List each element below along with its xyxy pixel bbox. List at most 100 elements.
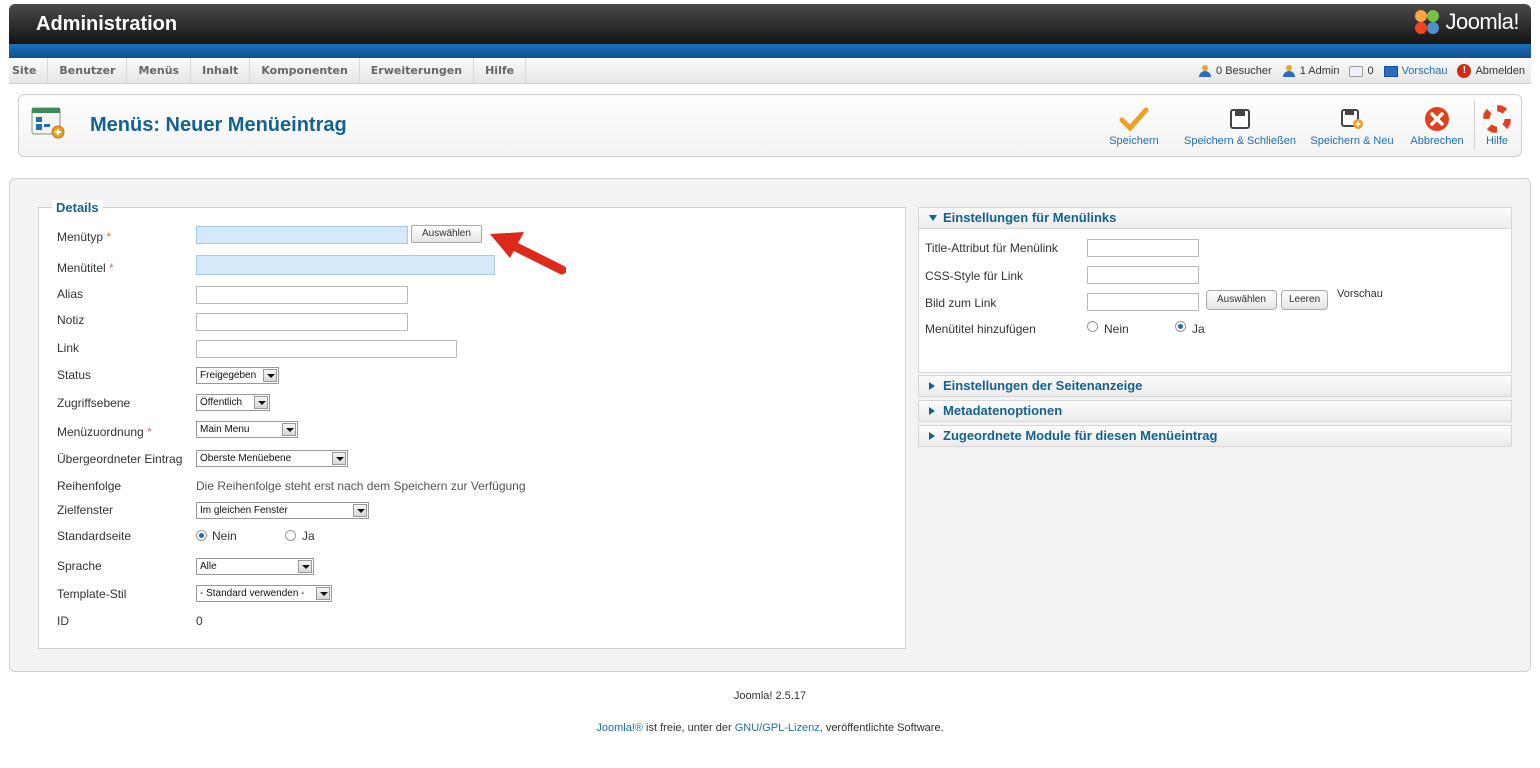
toolbar-divider: [1474, 101, 1475, 149]
default-no-label: Nein: [212, 529, 237, 543]
preview-screen-icon: [1383, 65, 1398, 77]
parent-select[interactable]: Oberste Menüebene: [196, 450, 348, 467]
page-display-header[interactable]: Einstellungen der Seitenanzeige: [918, 375, 1512, 397]
note-label: Notiz: [57, 313, 85, 327]
logout-label: Abmelden: [1475, 65, 1525, 77]
joomla-logo-text: Joomla!: [1445, 9, 1519, 34]
id-label: ID: [57, 614, 69, 628]
add-title-label: Menütitel hinzufügen: [925, 322, 1036, 336]
menu-item-extensions[interactable]: Erweiterungen: [360, 57, 475, 84]
menu-item-components[interactable]: Komponenten: [250, 57, 360, 84]
preview-label: Vorschau: [1401, 65, 1448, 77]
chevron-down-icon: [353, 504, 367, 517]
menutype-input[interactable]: [196, 226, 408, 244]
add-title-no-label: Nein: [1104, 322, 1129, 336]
status-select[interactable]: Freigegeben: [196, 367, 279, 384]
menu-assign-label: Menüzuordnung *: [57, 425, 152, 439]
alias-label: Alias: [57, 287, 84, 301]
modules-header[interactable]: Zugeordnete Module für diesen Menüeintra…: [918, 425, 1512, 447]
chevron-down-icon: [282, 423, 296, 436]
menu-assign-select[interactable]: Main Menu: [196, 421, 298, 438]
menu-item-menus[interactable]: Menüs: [127, 57, 192, 84]
language-label: Sprache: [57, 559, 102, 573]
admins-status: 1 Admin: [1282, 65, 1340, 77]
ordering-label: Reihenfolge: [57, 479, 122, 493]
cancel-label: Abbrechen: [1410, 135, 1464, 147]
logout-link[interactable]: ! Abmelden: [1457, 64, 1525, 78]
menu-manager-icon: [31, 107, 65, 139]
messages-count: 0: [1367, 65, 1374, 77]
expand-triangle-icon: [929, 382, 935, 390]
id-value: 0: [196, 614, 203, 628]
menu-item-users[interactable]: Benutzer: [48, 57, 128, 84]
add-title-yes-radio[interactable]: [1175, 321, 1186, 332]
image-select-button[interactable]: Auswählen: [1206, 290, 1277, 310]
chevron-down-icon: [263, 369, 277, 382]
visitors-status: 0 Besucher: [1198, 65, 1272, 77]
help-label: Hilfe: [1485, 135, 1508, 147]
alias-input[interactable]: [196, 286, 408, 304]
save-new-label: Speichern & Neu: [1310, 135, 1394, 147]
logout-icon: !: [1457, 64, 1472, 78]
template-select[interactable]: - Standard verwenden -: [196, 585, 332, 602]
preview-link[interactable]: Vorschau: [1383, 65, 1448, 77]
chevron-down-icon: [332, 452, 346, 465]
default-yes-label: Ja: [302, 529, 315, 543]
ordering-text: Die Reihenfolge steht erst nach dem Spei…: [196, 479, 526, 493]
save-close-button[interactable]: Speichern & Schließen: [1179, 103, 1301, 147]
image-label: Bild zum Link: [925, 296, 997, 310]
link-settings-header[interactable]: Einstellungen für Menülinks: [918, 207, 1512, 229]
lifebuoy-icon: [1483, 105, 1511, 133]
save-button[interactable]: Speichern: [1099, 103, 1169, 147]
access-select[interactable]: Öffentlich: [196, 394, 270, 411]
collapse-triangle-icon: [929, 215, 937, 221]
default-yes-radio[interactable]: [285, 530, 296, 541]
version-text: Joomla! 2.5.17: [733, 690, 807, 702]
save-new-button[interactable]: Speichern & Neu: [1304, 103, 1400, 147]
cancel-x-icon: [1425, 107, 1449, 131]
chevron-down-icon: [316, 587, 330, 600]
target-select[interactable]: Im gleichen Fenster: [196, 502, 369, 519]
menutitle-input[interactable]: [196, 255, 495, 275]
image-clear-button[interactable]: Leeren: [1281, 290, 1329, 310]
visitors-count: 0 Besucher: [1216, 65, 1272, 77]
status-area: 0 Besucher 1 Admin 0 Vorschau ! Abmelden: [1198, 58, 1525, 84]
add-title-no-radio[interactable]: [1087, 321, 1098, 332]
image-input[interactable]: [1087, 293, 1199, 311]
menu-item-help[interactable]: Hilfe: [474, 57, 527, 84]
css-style-label: CSS-Style für Link: [925, 269, 1024, 283]
save-label: Speichern: [1109, 135, 1159, 147]
chevron-down-icon: [298, 560, 312, 573]
admin-users-icon: [1282, 65, 1296, 77]
link-label: Link: [57, 341, 80, 355]
menu-item-site[interactable]: Site: [9, 57, 49, 84]
chevron-down-icon: [254, 396, 268, 409]
css-style-input[interactable]: [1087, 266, 1199, 284]
joomla-link[interactable]: Joomla!®: [596, 722, 643, 734]
license-text: Joomla!® ist freie, unter der GNU/GPL-Li…: [596, 722, 944, 734]
cancel-button[interactable]: Abbrechen: [1404, 103, 1470, 147]
menutype-select-button[interactable]: Auswählen: [411, 225, 482, 243]
toolbar-box: Menüs: Neuer Menüeintrag Speichern Speic…: [18, 94, 1522, 157]
add-title-yes-label: Ja: [1192, 322, 1205, 336]
messages-icon: [1349, 65, 1364, 77]
status-label: Status: [57, 368, 92, 382]
admins-count: 1 Admin: [1299, 65, 1340, 77]
details-legend: Details: [52, 200, 103, 215]
floppy-disk-icon: [1230, 109, 1250, 129]
annotation-arrow: [490, 232, 566, 275]
metadata-header[interactable]: Metadatenoptionen: [918, 400, 1512, 422]
expand-triangle-icon: [929, 407, 935, 415]
image-preview-label: Vorschau: [1337, 288, 1383, 300]
admin-header: Administration Joomla!: [9, 4, 1531, 44]
menu-item-content[interactable]: Inhalt: [191, 57, 251, 84]
note-input[interactable]: [196, 313, 408, 331]
help-button[interactable]: Hilfe: [1479, 103, 1515, 147]
messages-status[interactable]: 0: [1349, 65, 1374, 77]
joomla-logo-icon: [1413, 8, 1441, 36]
gpl-license-link[interactable]: GNU/GPL-Lizenz: [735, 722, 820, 734]
link-input[interactable]: [196, 340, 457, 358]
default-no-radio[interactable]: [196, 530, 207, 541]
title-attr-input[interactable]: [1087, 239, 1199, 257]
language-select[interactable]: Alle: [196, 558, 314, 575]
